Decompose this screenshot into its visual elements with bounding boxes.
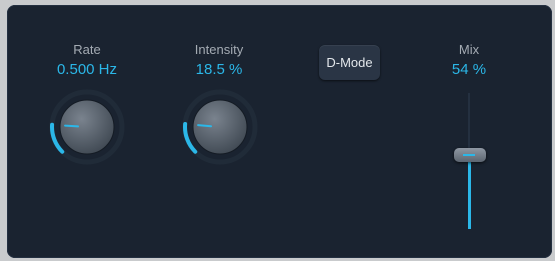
d-mode-button[interactable]: D-Mode [319,45,380,80]
intensity-knob[interactable] [180,87,260,167]
intensity-label: Intensity [194,42,244,57]
rate-label: Rate [73,42,101,57]
intensity-knob-indicator [197,124,213,128]
mix-label: Mix [458,42,480,57]
mix-slider-fill [468,155,471,229]
rate-knob[interactable] [47,87,127,167]
rate-knob-indicator [64,124,80,128]
chorus-plugin-panel: Rate 0.500 Hz Intensity 18.5 % D-Mode Mi… [7,5,552,258]
intensity-value[interactable]: 18.5 % [169,61,269,78]
rate-value[interactable]: 0.500 Hz [37,61,137,78]
mix-slider-handle-indicator [463,154,475,156]
mix-value[interactable]: 54 % [419,61,519,78]
